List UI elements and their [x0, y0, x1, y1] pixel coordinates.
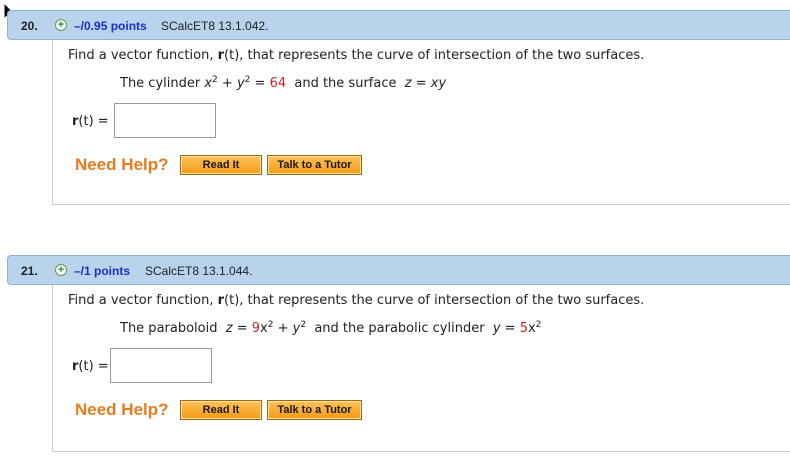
talk-to-tutor-button[interactable]: Talk to a Tutor [267, 400, 362, 420]
answer-input[interactable] [114, 103, 216, 138]
question-header: 20. + –/0.95 points SCalcET8 13.1.042. [7, 10, 790, 40]
question-header: 21. + –/1 points SCalcET8 13.1.044. [7, 255, 790, 285]
points-link[interactable]: –/0.95 points [74, 19, 147, 33]
surfaces-equation: The paraboloid z = 9x2 + y2 and the para… [120, 320, 542, 337]
question-source: SCalcET8 13.1.044. [145, 264, 253, 278]
read-it-button[interactable]: Read It [180, 155, 262, 175]
answer-label: r(t) = [72, 359, 109, 374]
question-number: 21. [21, 264, 38, 278]
talk-to-tutor-button[interactable]: Talk to a Tutor [267, 155, 362, 175]
need-help-label: Need Help? [75, 155, 169, 174]
question-prompt: Find a vector function, r(t), that repre… [68, 293, 645, 308]
plus-circle-icon[interactable]: + [55, 19, 67, 31]
answer-input[interactable] [110, 348, 212, 383]
surfaces-equation: The cylinder x2 + y2 = 64 and the surfac… [120, 75, 447, 92]
question-prompt: Find a vector function, r(t), that repre… [68, 48, 645, 63]
plus-circle-icon[interactable]: + [55, 264, 67, 276]
need-help-label: Need Help? [75, 400, 169, 419]
question-number: 20. [21, 19, 38, 33]
answer-label: r(t) = [72, 114, 109, 129]
question-source: SCalcET8 13.1.042. [161, 19, 269, 33]
read-it-button[interactable]: Read It [180, 400, 262, 420]
question-body: Find a vector function, r(t), that repre… [52, 40, 790, 205]
question-21: 21. + –/1 points SCalcET8 13.1.044. Find… [0, 255, 790, 452]
question-20: 20. + –/0.95 points SCalcET8 13.1.042. F… [0, 10, 790, 205]
question-body: Find a vector function, r(t), that repre… [52, 285, 790, 452]
points-link[interactable]: –/1 points [74, 264, 130, 278]
